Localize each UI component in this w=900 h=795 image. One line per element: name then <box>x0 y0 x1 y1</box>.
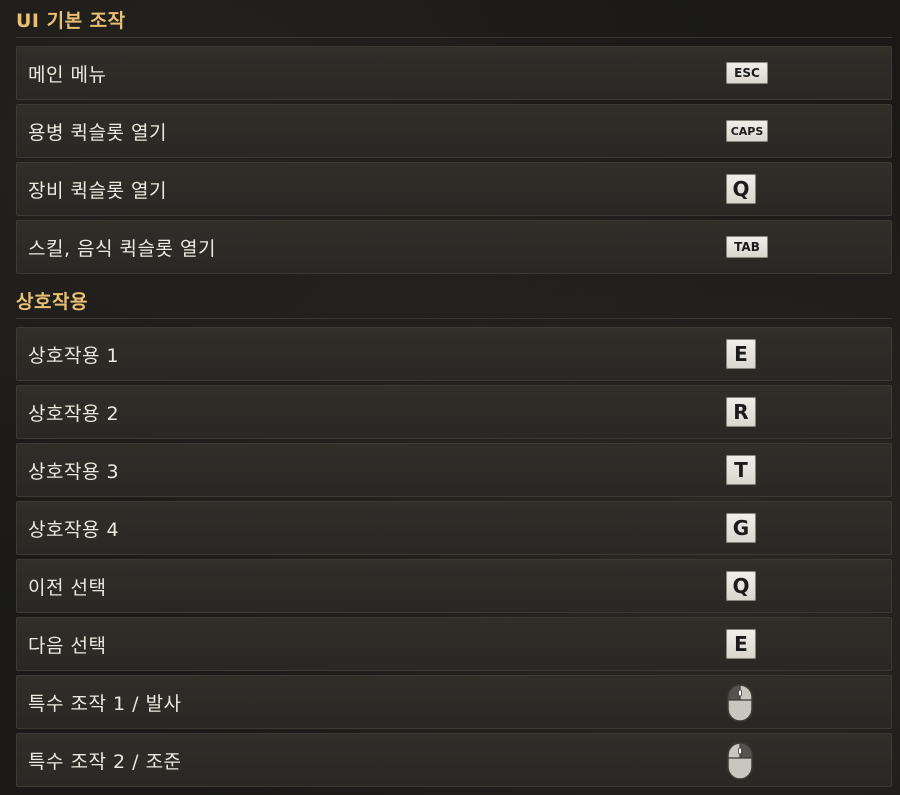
keybind-row-special-action-1-fire[interactable]: 특수 조작 1 / 발사 <box>16 675 892 729</box>
keybind-label: 스킬, 음식 퀵슬롯 열기 <box>28 237 216 260</box>
keybind-row-interaction-1[interactable]: 상호작용 1 E <box>16 327 892 381</box>
keycap-q[interactable]: Q <box>726 174 756 204</box>
keybind-row-interaction-3[interactable]: 상호작용 3 T <box>16 443 892 497</box>
keybind-row-skill-food-quickslot[interactable]: 스킬, 음식 퀵슬롯 열기 TAB <box>16 220 892 274</box>
keybind-label: 상호작용 4 <box>28 518 120 541</box>
keybind-label: 이전 선택 <box>28 576 107 599</box>
keybind-row-interaction-2[interactable]: 상호작용 2 R <box>16 385 892 439</box>
keybind-row-special-action-2-aim[interactable]: 특수 조작 2 / 조준 <box>16 733 892 787</box>
keycap-tab[interactable]: TAB <box>726 236 768 258</box>
section-header-ui-basic: UI 기본 조작 <box>16 2 892 38</box>
keybind-label: 상호작용 1 <box>28 344 120 367</box>
keybind-label: 상호작용 3 <box>28 460 120 483</box>
keybind-row-equipment-quickslot[interactable]: 장비 퀵슬롯 열기 Q <box>16 162 892 216</box>
keybind-row-previous-select[interactable]: 이전 선택 Q <box>16 559 892 613</box>
keybind-label: 특수 조작 2 / 조준 <box>28 750 182 773</box>
keybind-label: 다음 선택 <box>28 634 107 657</box>
keybind-row-interaction-4[interactable]: 상호작용 4 G <box>16 501 892 555</box>
keybind-label: 장비 퀵슬롯 열기 <box>28 179 167 202</box>
keybind-label: 상호작용 2 <box>28 402 120 425</box>
keycap-e[interactable]: E <box>726 339 756 369</box>
keybind-label: 용병 퀵슬롯 열기 <box>28 121 167 144</box>
keycap-caps[interactable]: CAPS <box>726 120 768 142</box>
keycap-r[interactable]: R <box>726 397 756 427</box>
section-title: UI 기본 조작 <box>16 10 126 32</box>
keycap-esc[interactable]: ESC <box>726 62 768 84</box>
section-title: 상호작용 <box>16 291 88 313</box>
keycap-e[interactable]: E <box>726 629 756 659</box>
keybind-row-mercenary-quickslot[interactable]: 용병 퀵슬롯 열기 CAPS <box>16 104 892 158</box>
keycap-q[interactable]: Q <box>726 571 756 601</box>
keybind-label: 메인 메뉴 <box>28 63 107 86</box>
keycap-g[interactable]: G <box>726 513 756 543</box>
section-header-interaction: 상호작용 <box>16 283 892 319</box>
keybind-row-next-select[interactable]: 다음 선택 E <box>16 617 892 671</box>
mouse-left-click-icon[interactable] <box>727 684 753 722</box>
keycap-t[interactable]: T <box>726 455 756 485</box>
mouse-right-click-icon[interactable] <box>727 742 753 780</box>
keybind-label: 특수 조작 1 / 발사 <box>28 692 182 715</box>
keybind-row-main-menu[interactable]: 메인 메뉴 ESC <box>16 46 892 100</box>
